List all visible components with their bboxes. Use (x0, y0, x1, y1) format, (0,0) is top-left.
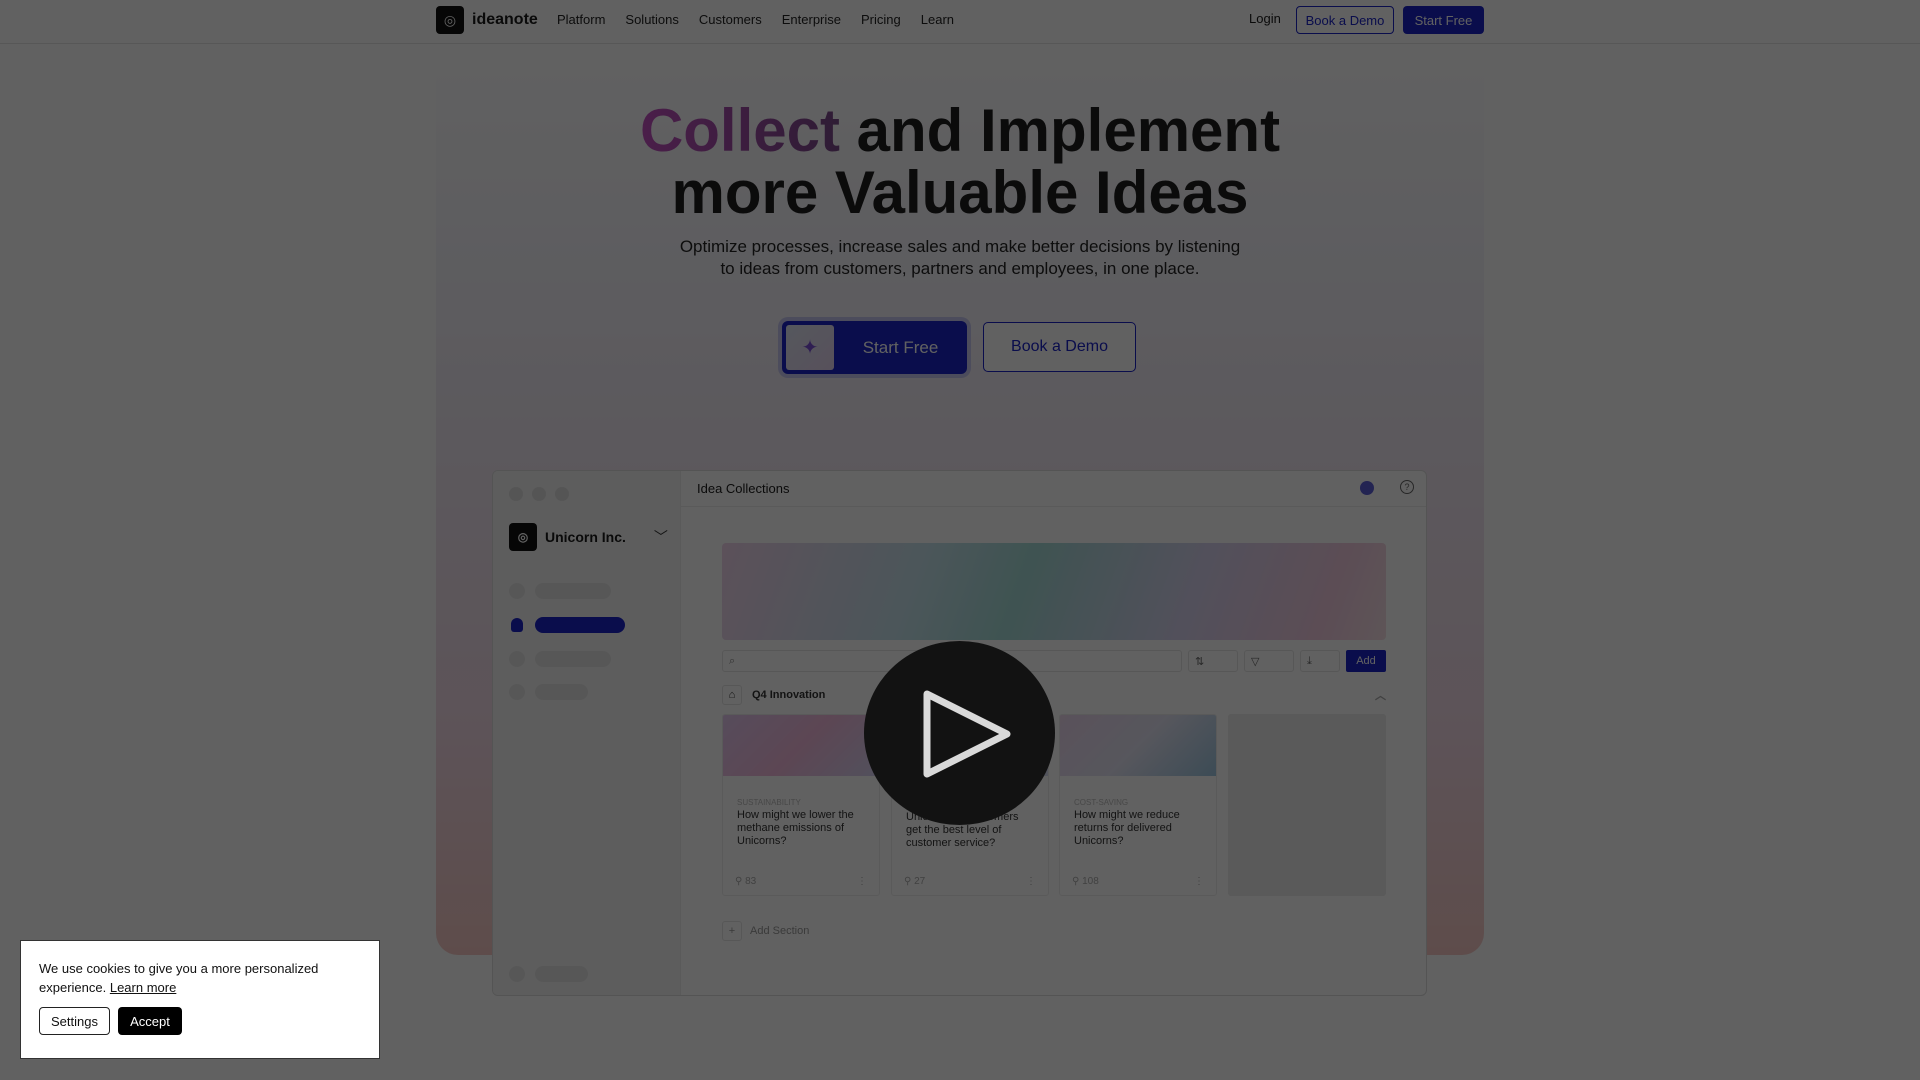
login-link[interactable]: Login (1249, 11, 1281, 26)
nav-solutions[interactable]: Solutions (625, 12, 678, 27)
sort-icon: ⇅ (1188, 650, 1238, 672)
plus-icon: + (722, 921, 742, 941)
card-count: ⚲ 83 (735, 876, 757, 887)
more-icon: ⋮ (857, 876, 867, 887)
filter-icon: ▽ (1244, 650, 1294, 672)
avatar (1360, 481, 1374, 495)
nav-customers[interactable]: Customers (699, 12, 762, 27)
card-count: ⚲ 27 (904, 876, 926, 887)
hero-title-rest: and Implement (839, 97, 1281, 164)
top-nav: ◎ ideanote Platform Solutions Customers … (0, 0, 1920, 44)
collection-banner (722, 543, 1386, 640)
brand-name: ideanote (472, 11, 538, 28)
nav-start-free-button[interactable]: Start Free (1403, 6, 1484, 34)
add-section-label: Add Section (750, 925, 810, 937)
subtitle-line1: Optimize processes, increase sales and m… (679, 237, 1241, 256)
dimmed-page: ◎ ideanote Platform Solutions Customers … (0, 0, 1920, 1080)
sidebar-item (509, 583, 611, 599)
hero-title: Collect and Implement more Valuable Idea… (0, 100, 1920, 224)
subtitle-line2: to ideas from customers, partners and em… (720, 259, 1200, 278)
nav-book-demo-button[interactable]: Book a Demo (1296, 6, 1394, 34)
logo-icon: ◎ (436, 6, 464, 34)
app-sidebar: ◎ Unicorn Inc. ﹀ (493, 471, 681, 995)
hero-title-accent: Collect (639, 97, 840, 164)
idea-card: COST-SAVING How might we reduce returns … (1059, 714, 1217, 896)
app-header-title: Idea Collections (697, 481, 790, 496)
app-toolbar: ⌕ ⇅ ▽ ⤓ Add (722, 650, 1386, 672)
org-logo-icon: ◎ (509, 523, 537, 551)
card-question: How might we lower the methane emissions… (737, 809, 854, 847)
nav-platform[interactable]: Platform (557, 12, 605, 27)
org-name: Unicorn Inc. (545, 529, 626, 545)
nav-learn[interactable]: Learn (921, 12, 954, 27)
sidebar-item (509, 684, 588, 700)
chevron-down-icon: ﹀ (653, 529, 668, 545)
more-icon: ⋮ (1026, 876, 1036, 887)
add-section: + Add Section (722, 921, 809, 941)
learn-more-link[interactable]: Learn more (110, 980, 176, 995)
lightbulb-icon (511, 618, 523, 632)
start-free-label: Start Free (862, 337, 939, 357)
cookie-banner: We use cookies to give you a more person… (20, 940, 380, 1059)
card-tag: COST-SAVING (1074, 798, 1129, 807)
play-video-button[interactable] (864, 641, 1055, 825)
more-icon: ⋮ (1194, 876, 1204, 887)
card-tag: SUSTAINABILITY (737, 798, 801, 807)
sparkle-icon: ✦ (786, 325, 834, 370)
app-header: Idea Collections ? (681, 471, 1426, 507)
download-icon: ⤓ (1300, 650, 1340, 672)
card-question: How might we reduce returns for delivere… (1074, 809, 1180, 847)
placeholder-card (1228, 714, 1386, 896)
hero-title-line2: more Valuable Ideas (671, 159, 1249, 226)
brand-logo[interactable]: ◎ ideanote (436, 6, 538, 34)
section-title: Q4 Innovation (752, 689, 826, 701)
window-controls (509, 487, 569, 501)
home-icon: ⌂ (722, 685, 742, 705)
sidebar-item (509, 966, 588, 982)
app-add-button: Add (1346, 650, 1386, 672)
sidebar-item-ideas (509, 617, 625, 633)
nav-enterprise[interactable]: Enterprise (782, 12, 841, 27)
nav-pricing[interactable]: Pricing (861, 12, 901, 27)
hero-subtitle: Optimize processes, increase sales and m… (0, 236, 1920, 280)
cookie-settings-button[interactable]: Settings (39, 1007, 110, 1035)
book-demo-button[interactable]: Book a Demo (983, 322, 1136, 372)
play-icon (923, 690, 1011, 778)
help-icon: ? (1400, 480, 1414, 494)
card-count: ⚲ 108 (1072, 876, 1099, 887)
start-free-button[interactable]: ✦ Start Free (782, 321, 967, 374)
section-header: ⌂ Q4 Innovation ︿ (722, 684, 1386, 706)
idea-card: SUSTAINABILITY How might we lower the me… (722, 714, 880, 896)
sidebar-item (509, 651, 611, 667)
org-switcher: ◎ Unicorn Inc. ﹀ (509, 523, 668, 551)
nav-menu: Platform Solutions Customers Enterprise … (557, 12, 954, 27)
cookie-accept-button[interactable]: Accept (118, 1007, 182, 1035)
chevron-up-icon: ︿ (1375, 690, 1386, 702)
cookie-text: We use cookies to give you a more person… (39, 961, 319, 995)
